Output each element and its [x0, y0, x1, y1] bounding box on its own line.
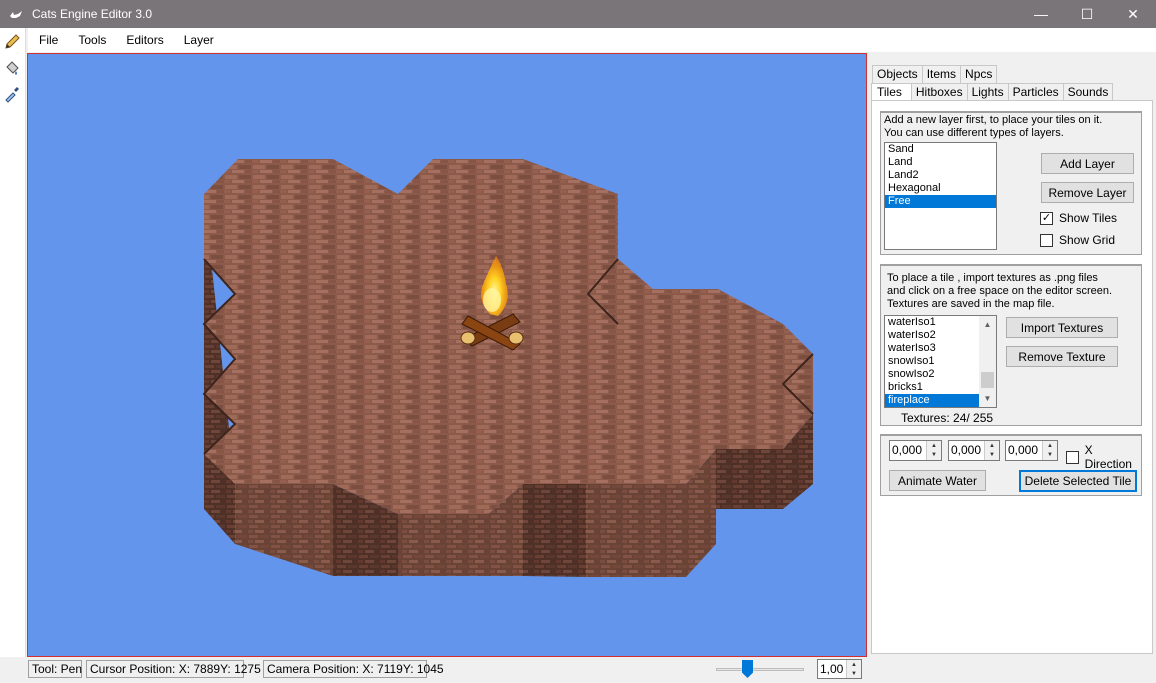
cat-app-icon: [10, 11, 22, 18]
editor-window: Cats Engine Editor 3.0 — ☐ ✕ File Tools …: [0, 0, 1156, 683]
spinner-1-value[interactable]: 0,000: [890, 441, 926, 460]
menu-tools[interactable]: Tools: [68, 28, 116, 52]
spinner-down-icon[interactable]: ▼: [927, 451, 941, 461]
zoom-spinner[interactable]: 1,00 ▲ ▼: [817, 659, 862, 679]
editor-tabs: Objects Items Npcs Tiles Hitboxes Lights…: [871, 65, 1151, 101]
scroll-thumb[interactable]: [981, 372, 994, 388]
menu-file[interactable]: File: [28, 28, 68, 52]
minimize-button[interactable]: —: [1018, 0, 1064, 28]
eyedropper-icon: [5, 87, 19, 103]
show-grid-checkbox[interactable]: Show Grid: [1040, 233, 1115, 247]
layer-item-free[interactable]: Free: [885, 195, 996, 208]
animate-water-button[interactable]: Animate Water: [889, 470, 986, 491]
status-tool: Tool: Pen: [28, 660, 82, 678]
status-camera-position: Camera Position: X: 7119Y: 1045: [263, 660, 444, 678]
tab-hitboxes[interactable]: Hitboxes: [910, 83, 968, 101]
show-tiles-checkmark-icon: ✓: [1040, 211, 1053, 225]
zoom-slider-track[interactable]: [716, 668, 804, 671]
x-direction-label: X Direction: [1084, 443, 1132, 471]
tab-particles[interactable]: Particles: [1007, 83, 1064, 101]
zoom-down-icon[interactable]: ▼: [847, 669, 861, 678]
spinner-3-value[interactable]: 0,000: [1006, 441, 1042, 460]
spinner-down-icon[interactable]: ▼: [985, 451, 999, 461]
show-tiles-label: Show Tiles: [1059, 211, 1118, 225]
status-cursor-position: Cursor Position: X: 7889Y: 1275: [86, 660, 261, 678]
textures-hint-2: and click on a free space on the editor …: [887, 285, 1113, 297]
textures-count: Textures: 24/ 255: [901, 411, 994, 425]
tile-value-spinner-2[interactable]: 0,000 ▲ ▼: [948, 440, 1000, 461]
spinner-down-icon[interactable]: ▼: [1043, 451, 1057, 461]
textures-group: To place a tile , import textures as .pn…: [880, 264, 1142, 426]
tile-properties-group: 0,000 ▲ ▼ 0,000 ▲ ▼ 0,000 ▲ ▼ X Direction A…: [880, 434, 1142, 496]
x-direction-box: [1066, 450, 1079, 464]
textures-list[interactable]: waterIso1 waterIso2 waterIso3 snowIso1 s…: [884, 315, 997, 408]
layers-hint-2: You can use different types of layers.: [884, 127, 1064, 139]
tab-tiles[interactable]: Tiles: [871, 83, 912, 101]
layers-group: Add a new layer first, to place your til…: [880, 111, 1142, 255]
delete-selected-tile-button[interactable]: Delete Selected Tile: [1019, 470, 1137, 492]
show-tiles-checkbox[interactable]: ✓ Show Tiles: [1040, 211, 1117, 225]
title-bar: Cats Engine Editor 3.0 — ☐ ✕: [0, 0, 1156, 28]
spinner-up-icon[interactable]: ▲: [1043, 441, 1057, 451]
map-scene[interactable]: [28, 54, 867, 657]
remove-layer-button[interactable]: Remove Layer: [1041, 182, 1134, 203]
show-grid-label: Show Grid: [1059, 233, 1116, 247]
texture-item-selected[interactable]: fireplace: [885, 394, 979, 407]
scroll-up-icon[interactable]: ▲: [979, 316, 996, 333]
layer-item-hexagonal[interactable]: Hexagonal: [885, 182, 996, 195]
textures-hint-1: To place a tile , import textures as .pn…: [887, 272, 1098, 284]
menu-layer[interactable]: Layer: [174, 28, 224, 52]
tab-items[interactable]: Items: [921, 65, 962, 83]
spinner-up-icon[interactable]: ▲: [927, 441, 941, 451]
tool-strip: [0, 28, 26, 683]
tab-npcs[interactable]: Npcs: [960, 65, 998, 83]
show-grid-box: [1040, 233, 1053, 247]
zoom-value[interactable]: 1,00: [818, 660, 846, 678]
tab-sounds[interactable]: Sounds: [1062, 83, 1114, 101]
eyedropper-tool-button[interactable]: [0, 82, 24, 106]
add-layer-button[interactable]: Add Layer: [1041, 153, 1134, 174]
fill-tool-button[interactable]: [0, 56, 24, 80]
zoom-up-icon[interactable]: ▲: [847, 660, 861, 669]
remove-texture-button[interactable]: Remove Texture: [1006, 346, 1118, 367]
pen-tool-button[interactable]: [0, 30, 24, 54]
zoom-slider[interactable]: [716, 660, 804, 680]
menu-bar: File Tools Editors Layer: [28, 28, 1156, 52]
paint-bucket-icon: [6, 61, 19, 75]
editor-viewport[interactable]: [27, 53, 867, 657]
maximize-button[interactable]: ☐: [1064, 0, 1110, 28]
tile-value-spinner-3[interactable]: 0,000 ▲ ▼: [1005, 440, 1058, 461]
layer-item-land2[interactable]: Land2: [885, 169, 996, 182]
layers-hint-1: Add a new layer first, to place your til…: [884, 114, 1103, 126]
close-button[interactable]: ✕: [1110, 0, 1156, 28]
properties-panel: Objects Items Npcs Tiles Hitboxes Lights…: [868, 53, 1156, 657]
pen-icon: [5, 34, 20, 49]
textures-hint-3: Textures are saved in the map file.: [887, 298, 1055, 310]
import-textures-button[interactable]: Import Textures: [1006, 317, 1118, 338]
x-direction-checkbox[interactable]: X Direction: [1066, 443, 1141, 471]
menu-editors[interactable]: Editors: [116, 28, 173, 52]
tab-objects[interactable]: Objects: [872, 65, 923, 83]
tile-value-spinner-1[interactable]: 0,000 ▲ ▼: [889, 440, 942, 461]
layers-list[interactable]: Sand Land Land2 Hexagonal Free: [884, 142, 997, 250]
spinner-2-value[interactable]: 0,000: [949, 441, 984, 460]
scroll-down-icon[interactable]: ▼: [979, 390, 996, 407]
status-bar: Tool: Pen Cursor Position: X: 7889Y: 127…: [0, 657, 1156, 683]
tiles-tab-content: Add a new layer first, to place your til…: [871, 100, 1153, 654]
zoom-slider-thumb[interactable]: [742, 660, 753, 678]
textures-scrollbar[interactable]: ▲ ▼: [979, 316, 996, 407]
spinner-up-icon[interactable]: ▲: [985, 441, 999, 451]
tab-lights[interactable]: Lights: [966, 83, 1009, 101]
layer-item-sand[interactable]: Sand: [885, 143, 996, 156]
window-title: Cats Engine Editor 3.0: [32, 7, 153, 21]
layer-item-land[interactable]: Land: [885, 156, 996, 169]
